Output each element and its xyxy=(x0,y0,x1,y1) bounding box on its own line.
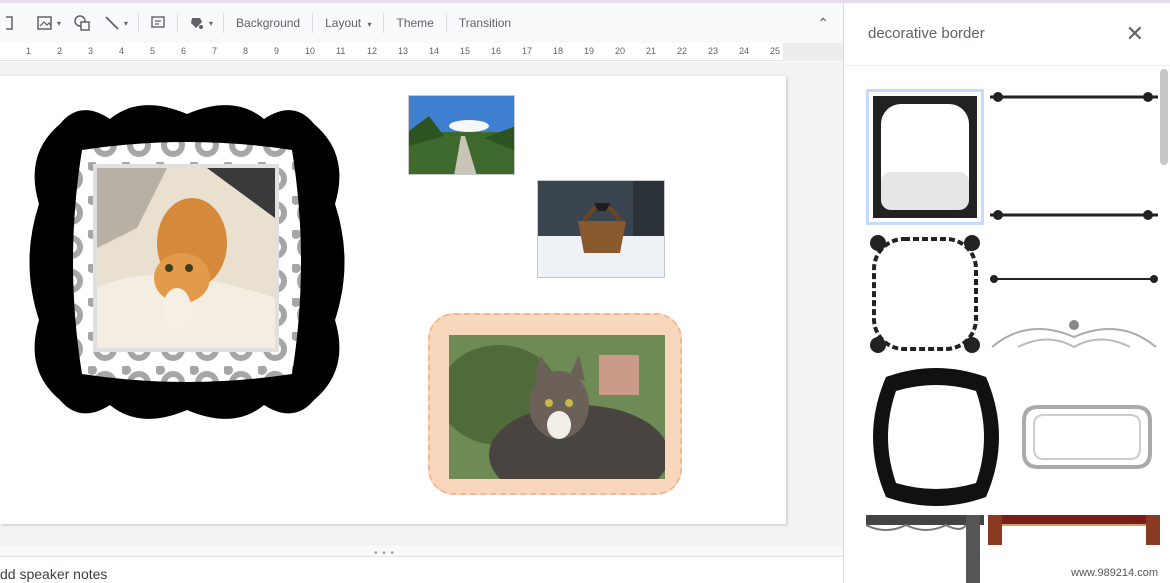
peach-frame-image[interactable] xyxy=(428,313,682,495)
layout-button[interactable]: Layout ▾ xyxy=(317,16,379,30)
ruler-number: 15 xyxy=(460,46,471,56)
toolbar-divider xyxy=(312,13,314,33)
shape-insert-button[interactable] xyxy=(67,10,97,36)
ornate-frame-image[interactable] xyxy=(20,94,354,430)
slide[interactable] xyxy=(0,76,786,524)
ruler-number: 6 xyxy=(181,46,187,56)
image-search-panel: decorative border ✕ xyxy=(843,3,1170,583)
basket-snow-photo[interactable] xyxy=(537,180,665,278)
panel-divider xyxy=(844,65,1170,66)
road-photo[interactable] xyxy=(408,95,515,175)
result-red-corner-frame[interactable] xyxy=(988,515,1160,545)
ruler-number: 10 xyxy=(305,46,316,56)
ruler-number: 16 xyxy=(491,46,502,56)
ruler-number: 17 xyxy=(522,46,533,56)
toolbar-divider xyxy=(177,13,179,33)
result-silver-label-frame[interactable] xyxy=(1014,401,1160,473)
toolbar: ▾ ▾ ▾ Background Layout ▾ Theme Transiti… xyxy=(0,3,843,43)
layout-label: Layout xyxy=(325,16,362,30)
speaker-notes[interactable]: dd speaker notes xyxy=(0,556,843,583)
collapse-toolbar-icon[interactable]: ⌃ xyxy=(817,15,829,32)
image-insert-button[interactable]: ▾ xyxy=(30,10,67,36)
shapes-icon xyxy=(73,14,91,32)
ruler-number: 25 xyxy=(770,46,781,56)
image-icon xyxy=(36,14,54,32)
ruler-number: 14 xyxy=(429,46,440,56)
line-icon xyxy=(103,14,121,32)
toolbar-divider xyxy=(138,13,140,33)
speaker-notes-placeholder: dd speaker notes xyxy=(0,566,108,582)
comment-button[interactable] xyxy=(143,10,173,36)
ruler-number: 20 xyxy=(615,46,626,56)
chevron-down-icon: ▾ xyxy=(57,18,62,28)
transition-button[interactable]: Transition xyxy=(451,16,519,30)
select-tool-button[interactable] xyxy=(0,10,30,36)
image-search-input[interactable]: decorative border xyxy=(868,25,985,42)
toolbar-divider xyxy=(223,13,225,33)
ruler-number: 21 xyxy=(646,46,657,56)
line-insert-button[interactable]: ▾ xyxy=(97,10,134,36)
paint-format-button[interactable]: ▾ xyxy=(182,10,219,36)
ruler-number: 4 xyxy=(119,46,125,56)
ruler-number: 18 xyxy=(553,46,564,56)
result-baroque-frame[interactable] xyxy=(866,363,1006,511)
ruler-number: 24 xyxy=(739,46,750,56)
ruler-number: 12 xyxy=(367,46,378,56)
result-filigree-frame[interactable] xyxy=(866,229,984,359)
toolbar-divider xyxy=(445,13,447,33)
ruler-number: 8 xyxy=(243,46,249,56)
theme-button[interactable]: Theme xyxy=(388,16,441,30)
ruler-number: 1 xyxy=(26,46,32,56)
comment-icon xyxy=(149,14,167,32)
watermark: www.989214.com xyxy=(1069,567,1160,579)
result-thin-line-frame[interactable] xyxy=(988,91,1160,221)
result-rounded-frame[interactable] xyxy=(866,89,984,225)
select-icon xyxy=(1,14,24,32)
chevron-down-icon: ▾ xyxy=(209,18,214,28)
result-divider-line[interactable] xyxy=(988,265,1160,295)
ruler-number: 2 xyxy=(57,46,63,56)
cat-photo-orange xyxy=(93,164,279,352)
result-flourish-divider[interactable] xyxy=(988,307,1160,363)
ruler-number: 11 xyxy=(336,46,346,56)
chevron-down-icon: ▾ xyxy=(124,18,129,28)
background-button[interactable]: Background xyxy=(228,16,308,30)
ruler-number: 22 xyxy=(677,46,688,56)
slide-canvas xyxy=(0,62,843,546)
ruler-number: 19 xyxy=(584,46,595,56)
image-results-grid xyxy=(865,85,1162,583)
chevron-down-icon: ▾ xyxy=(367,20,372,29)
close-icon[interactable]: ✕ xyxy=(1126,21,1144,47)
paint-roller-icon xyxy=(188,14,206,32)
ruler-number: 7 xyxy=(212,46,218,56)
ruler-margin xyxy=(783,43,843,61)
ruler-number: 13 xyxy=(398,46,409,56)
ruler-number: 23 xyxy=(708,46,719,56)
ruler-number: 9 xyxy=(274,46,280,56)
toolbar-divider xyxy=(383,13,385,33)
ruler-number: 5 xyxy=(150,46,156,56)
cat-photo-tabby xyxy=(449,335,665,479)
result-lace-corner[interactable] xyxy=(865,515,984,583)
ruler-number: 3 xyxy=(88,46,94,56)
horizontal-ruler[interactable]: 1 2 3 4 5 6 7 8 9 10 11 12 13 14 15 16 17 18 19 20 21 22 23 24 2… xyxy=(0,43,843,61)
